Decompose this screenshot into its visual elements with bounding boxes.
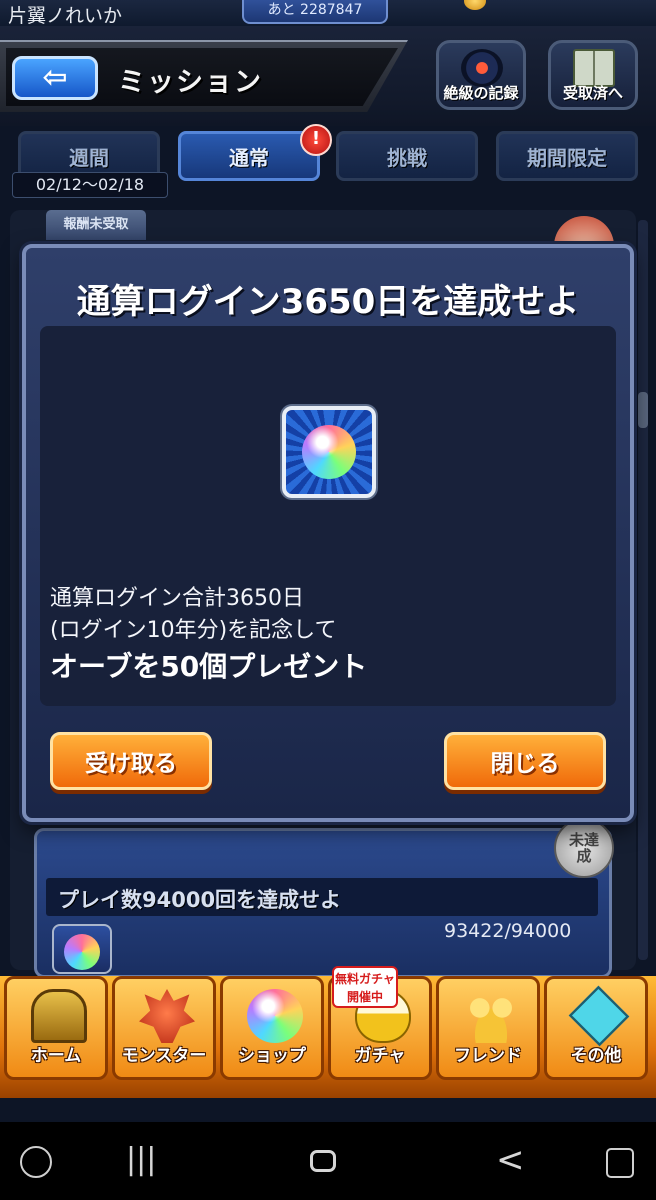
not-achieved-badge: 未達成 bbox=[554, 818, 614, 878]
tab-challenge[interactable]: 挑戦 bbox=[336, 131, 478, 181]
gamepad-icon[interactable] bbox=[20, 1146, 52, 1178]
player-name: 片翼ノれいか bbox=[8, 5, 123, 27]
back-arrow-icon: ⇦ bbox=[42, 60, 68, 95]
unclaimed-tag: 報酬未受取 bbox=[46, 210, 146, 240]
record-button-label: 絶級の記録 bbox=[443, 84, 519, 102]
screenshot-icon[interactable] bbox=[606, 1148, 634, 1178]
received-button[interactable]: 受取済へ bbox=[548, 40, 638, 110]
recents-icon[interactable]: ||| bbox=[126, 1140, 156, 1180]
orb-icon bbox=[64, 934, 100, 970]
tab-alert-badge: ! bbox=[300, 124, 332, 156]
reward-description: (ログイン10年分)を記念して bbox=[50, 618, 337, 643]
home-icon bbox=[31, 989, 87, 1043]
mission-card-title: プレイ数94000回を達成せよ bbox=[58, 888, 342, 912]
diamond-icon bbox=[568, 985, 630, 1047]
scroll-rail[interactable] bbox=[638, 220, 648, 960]
monster-icon bbox=[139, 989, 195, 1043]
nav-label: ショップ bbox=[238, 1046, 306, 1066]
home-button-icon[interactable] bbox=[310, 1150, 336, 1172]
nav-shop[interactable]: ショップ bbox=[220, 976, 324, 1080]
rainbow-orb-icon bbox=[302, 425, 356, 479]
reward-description: 通算ログイン合計3650日 bbox=[50, 586, 304, 611]
close-button[interactable]: 閉じる bbox=[444, 732, 606, 790]
nav-label: その他 bbox=[570, 1046, 622, 1066]
receive-button[interactable]: 受け取る bbox=[50, 732, 212, 790]
nav-label: ホーム bbox=[30, 1046, 82, 1066]
received-button-label: 受取済へ bbox=[562, 84, 623, 102]
nav-label: ガチャ bbox=[354, 1046, 406, 1066]
tab-normal[interactable]: 通常 bbox=[178, 131, 320, 181]
friend-icon bbox=[463, 989, 519, 1043]
back-button[interactable]: ⇦ bbox=[12, 56, 98, 100]
record-button[interactable]: 絶級の記録 bbox=[436, 40, 526, 110]
nav-friend[interactable]: フレンド bbox=[436, 976, 540, 1080]
nav-home[interactable]: ホーム bbox=[4, 976, 108, 1080]
nav-other[interactable]: その他 bbox=[544, 976, 648, 1080]
page-title: ミッション bbox=[118, 67, 263, 98]
orb-icon bbox=[247, 989, 303, 1043]
free-gacha-badge: 無料ガチャ開催中 bbox=[332, 966, 398, 1008]
tab-limited[interactable]: 期間限定 bbox=[496, 131, 638, 181]
mission-card-progress: 93422/94000 bbox=[444, 920, 572, 942]
reward-headline: オーブを50個プレゼント bbox=[50, 650, 368, 683]
week-range: 02/12～02/18 bbox=[12, 172, 168, 198]
nav-label: フレンド bbox=[454, 1046, 522, 1066]
nav-monster[interactable]: モンスター bbox=[112, 976, 216, 1080]
rank-counter: あと 2287847 bbox=[242, 0, 388, 24]
back-icon[interactable]: < bbox=[496, 1140, 525, 1180]
nav-label: モンスター bbox=[121, 1046, 207, 1066]
modal-title: 通算ログイン3650日を達成せよ bbox=[76, 282, 580, 322]
scroll-thumb[interactable] bbox=[638, 392, 648, 428]
